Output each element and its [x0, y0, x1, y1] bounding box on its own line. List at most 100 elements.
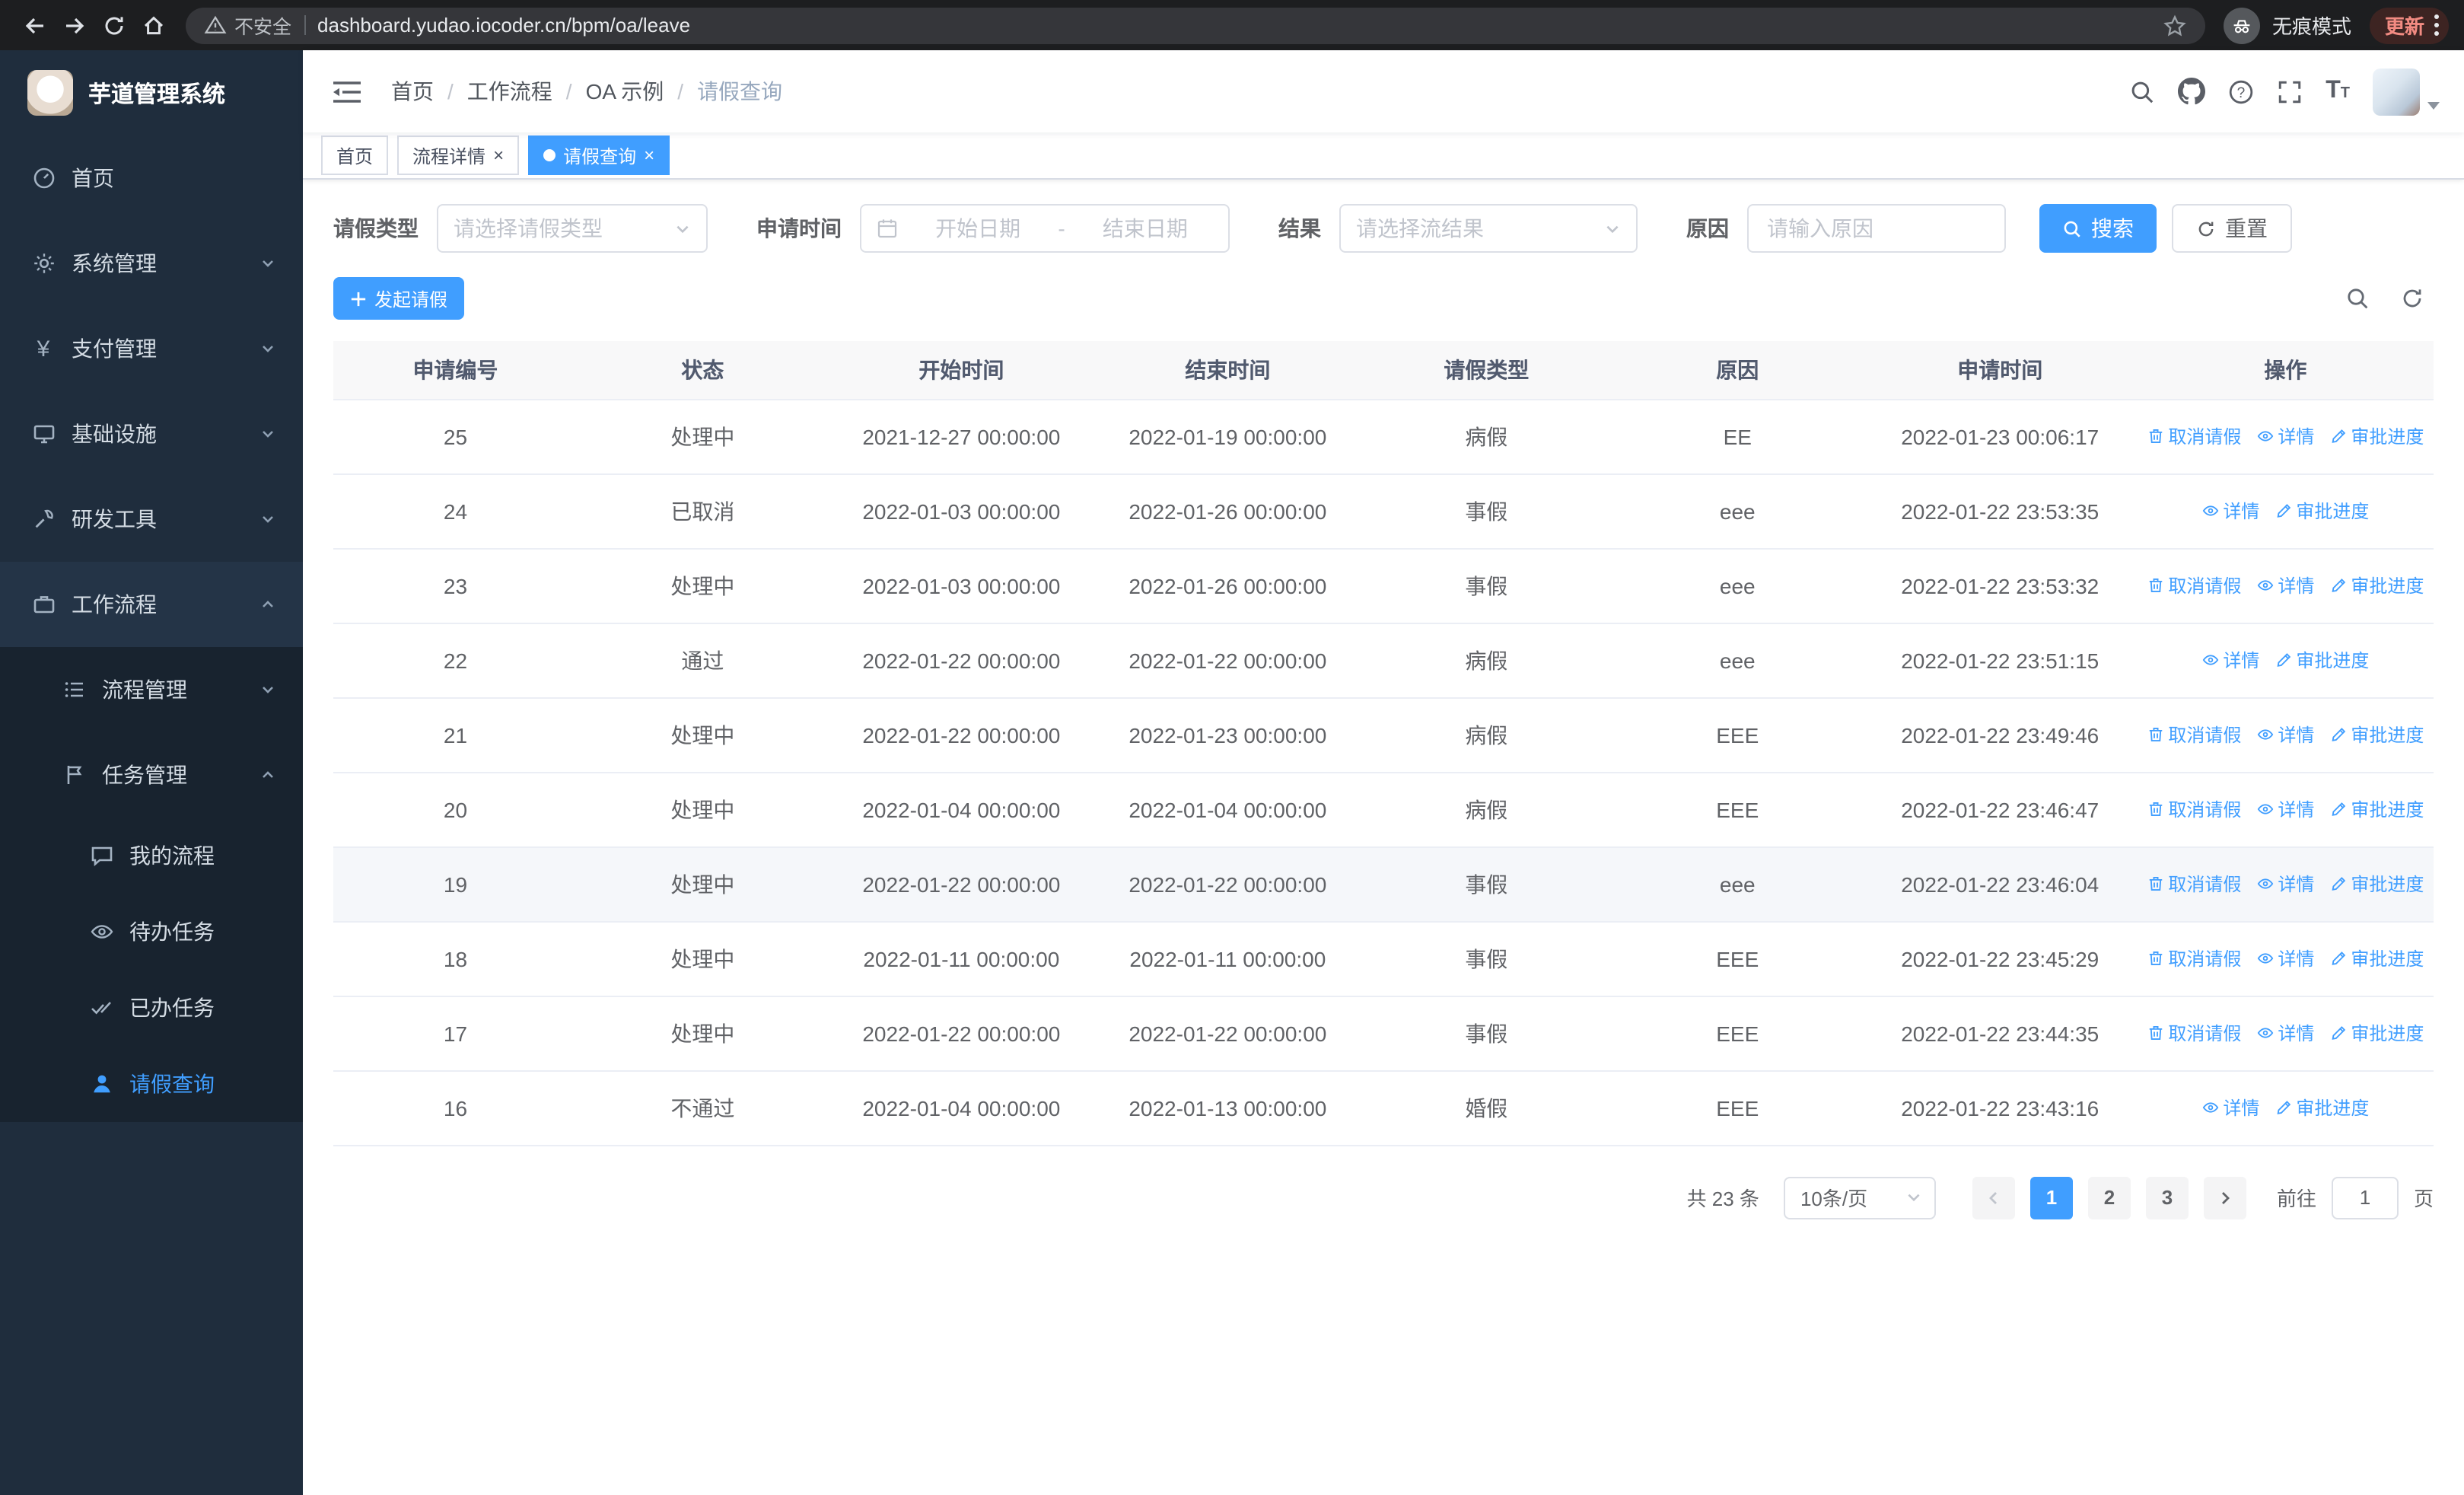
browser-menu-button[interactable]: 更新: [2369, 7, 2449, 43]
tab-process-detail[interactable]: 流程详情 ×: [397, 135, 520, 175]
search-icon[interactable]: [2129, 78, 2155, 104]
browser-forward-icon[interactable]: [55, 5, 94, 45]
detail-link[interactable]: 详情: [2256, 424, 2314, 450]
cancel-link[interactable]: 取消请假: [2147, 872, 2241, 897]
create-leave-button[interactable]: 发起请假: [333, 277, 465, 320]
detail-link[interactable]: 详情: [2201, 1095, 2259, 1121]
cell-end-time: 2022-01-26 00:00:00: [1094, 548, 1361, 623]
security-label[interactable]: 不安全: [234, 11, 291, 40]
page-size-select[interactable]: 10条/页: [1783, 1176, 1936, 1219]
cancel-link[interactable]: 取消请假: [2147, 424, 2241, 450]
cancel-link[interactable]: 取消请假: [2147, 797, 2241, 823]
page-button-1[interactable]: 1: [2029, 1176, 2073, 1219]
sidebar-item-label: 系统管理: [72, 251, 157, 276]
reason-input[interactable]: [1747, 204, 2006, 253]
cancel-link[interactable]: 取消请假: [2147, 573, 2241, 599]
close-icon[interactable]: ×: [644, 146, 654, 164]
detail-link[interactable]: 详情: [2256, 573, 2314, 599]
tab-home[interactable]: 首页: [321, 135, 389, 175]
browser-reload-icon[interactable]: [94, 5, 134, 45]
goto-page-input[interactable]: [2331, 1176, 2399, 1219]
cell-reason: eee: [1612, 623, 1863, 698]
sidebar-item-my-processes[interactable]: 我的流程: [0, 818, 303, 894]
detail-link[interactable]: 详情: [2201, 499, 2259, 524]
tools-icon: [30, 507, 56, 531]
help-icon[interactable]: ?: [2228, 78, 2254, 104]
page-button-3[interactable]: 3: [2145, 1176, 2189, 1219]
cell-apply-time: 2022-01-22 23:44:35: [1862, 996, 2138, 1071]
detail-link[interactable]: 详情: [2201, 648, 2259, 674]
tab-leave-query[interactable]: 请假查询 ×: [528, 135, 670, 175]
sidebar-item-leave-query[interactable]: 请假查询: [0, 1046, 303, 1122]
progress-link[interactable]: 审批进度: [2329, 424, 2424, 450]
sidebar-collapse-icon[interactable]: [324, 71, 370, 112]
progress-link[interactable]: 审批进度: [2329, 722, 2424, 748]
cell-apply-id: 17: [333, 996, 578, 1071]
chevron-down-icon: [260, 512, 275, 527]
progress-link[interactable]: 审批进度: [2329, 797, 2424, 823]
security-warning-icon[interactable]: [204, 14, 227, 37]
cell-end-time: 2022-01-22 00:00:00: [1094, 623, 1361, 698]
github-icon[interactable]: [2178, 78, 2206, 105]
col-reason: 原因: [1612, 341, 1863, 400]
toolbar-search-icon[interactable]: [2345, 286, 2370, 311]
search-button[interactable]: 搜索: [2039, 204, 2157, 253]
sidebar-item-done-tasks[interactable]: 已办任务: [0, 970, 303, 1046]
sidebar-item-payment[interactable]: ¥ 支付管理: [0, 306, 303, 391]
font-size-icon[interactable]: TT: [2326, 78, 2350, 104]
browser-back-icon[interactable]: [15, 5, 55, 45]
next-page-button[interactable]: [2203, 1176, 2246, 1219]
progress-link[interactable]: 审批进度: [2329, 872, 2424, 897]
prev-page-button[interactable]: [1972, 1176, 2015, 1219]
col-start-time: 开始时间: [827, 341, 1095, 400]
progress-link[interactable]: 审批进度: [2329, 946, 2424, 972]
url-text[interactable]: dashboard.yudao.iocoder.cn/bpm/oa/leave: [317, 14, 690, 37]
progress-link[interactable]: 审批进度: [2329, 1021, 2424, 1047]
sidebar-item-label: 任务管理: [102, 763, 187, 787]
sidebar-item-home[interactable]: 首页: [0, 135, 303, 221]
sidebar-item-workflow[interactable]: 工作流程: [0, 562, 303, 647]
user-menu[interactable]: [2373, 68, 2440, 115]
toolbar-refresh-icon[interactable]: [2400, 286, 2424, 311]
sidebar-item-task-management[interactable]: 任务管理: [0, 732, 303, 818]
progress-link[interactable]: 审批进度: [2275, 499, 2369, 524]
sidebar-item-dev-tools[interactable]: 研发工具: [0, 477, 303, 562]
end-date-placeholder: 结束日期: [1102, 216, 1188, 241]
sidebar-item-system[interactable]: 系统管理: [0, 221, 303, 306]
sidebar-item-infrastructure[interactable]: 基础设施: [0, 391, 303, 477]
chevron-down-icon: [260, 341, 275, 356]
table-row: 16 不通过 2022-01-04 00:00:00 2022-01-13 00:00…: [333, 1070, 2434, 1146]
user-avatar[interactable]: [2373, 68, 2420, 115]
address-bar[interactable]: 不安全 dashboard.yudao.iocoder.cn/bpm/oa/le…: [186, 7, 2205, 43]
detail-link[interactable]: 详情: [2256, 797, 2314, 823]
cell-start-time: 2022-01-22 00:00:00: [827, 996, 1095, 1071]
cancel-link[interactable]: 取消请假: [2147, 722, 2241, 748]
active-tab-dot: [543, 149, 556, 161]
cancel-link[interactable]: 取消请假: [2147, 946, 2241, 972]
page-button-2[interactable]: 2: [2087, 1176, 2131, 1219]
sidebar-item-process-management[interactable]: 流程管理: [0, 647, 303, 732]
detail-link[interactable]: 详情: [2256, 946, 2314, 972]
monitor-icon: [30, 422, 56, 446]
breadcrumb-home[interactable]: 首页: [391, 76, 434, 107]
breadcrumb-oa-example[interactable]: OA 示例: [586, 76, 664, 107]
close-icon[interactable]: ×: [493, 146, 504, 164]
sidebar-item-todo-tasks[interactable]: 待办任务: [0, 894, 303, 970]
cell-end-time: 2022-01-04 00:00:00: [1094, 772, 1361, 847]
cell-reason: EE: [1612, 399, 1863, 474]
reset-button[interactable]: 重置: [2172, 204, 2292, 253]
progress-link[interactable]: 审批进度: [2275, 648, 2369, 674]
cancel-link[interactable]: 取消请假: [2147, 1021, 2241, 1047]
progress-link[interactable]: 审批进度: [2275, 1095, 2369, 1121]
fullscreen-icon[interactable]: [2277, 78, 2303, 104]
breadcrumb-workflow[interactable]: 工作流程: [467, 76, 552, 107]
apply-time-range-picker[interactable]: 开始日期 - 结束日期: [860, 204, 1230, 253]
progress-link[interactable]: 审批进度: [2329, 573, 2424, 599]
leave-type-select[interactable]: 请选择请假类型: [437, 204, 708, 253]
bookmark-star-icon[interactable]: [2163, 13, 2187, 37]
detail-link[interactable]: 详情: [2256, 722, 2314, 748]
browser-home-icon[interactable]: [134, 5, 173, 45]
result-select[interactable]: 请选择流结果: [1339, 204, 1638, 253]
detail-link[interactable]: 详情: [2256, 1021, 2314, 1047]
detail-link[interactable]: 详情: [2256, 872, 2314, 897]
